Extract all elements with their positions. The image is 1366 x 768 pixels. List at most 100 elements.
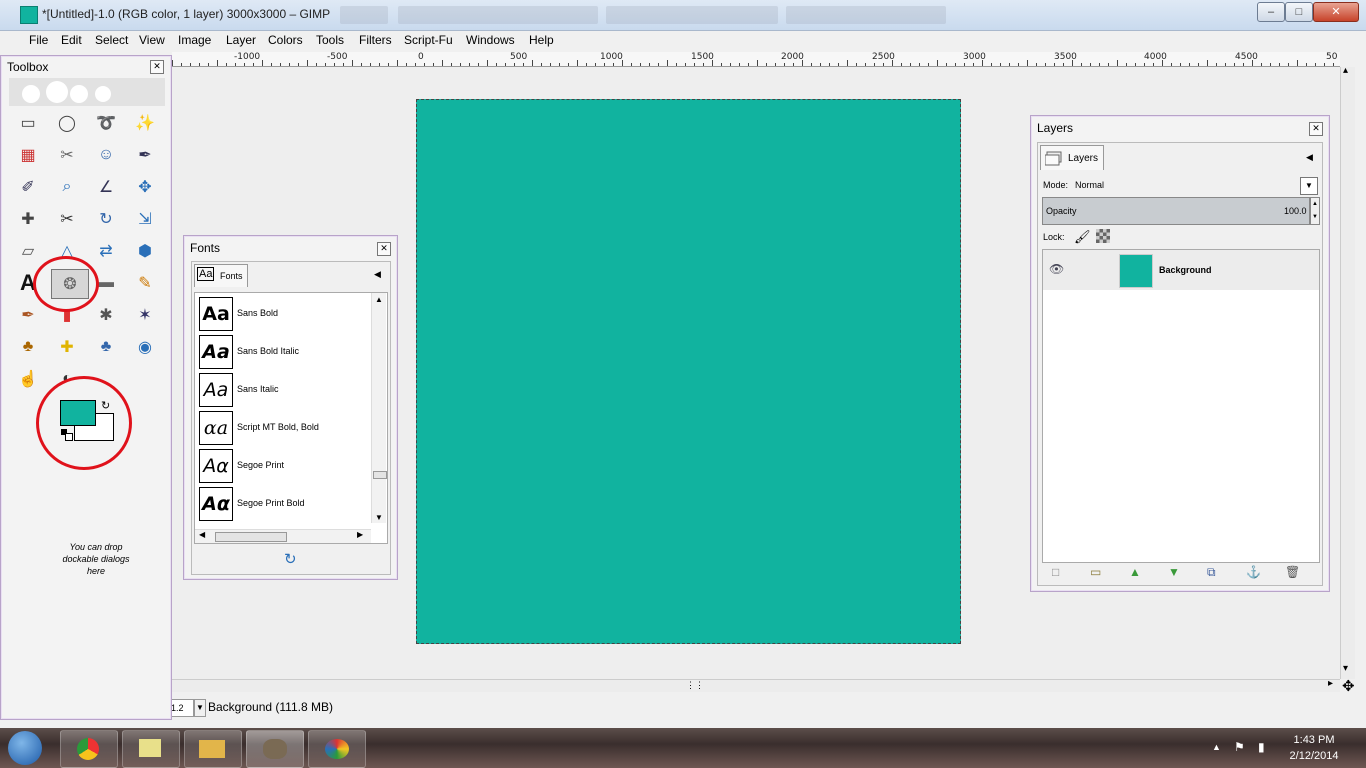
delete-layer-icon[interactable]: 🗑 <box>1285 565 1300 579</box>
refresh-fonts-icon[interactable]: ↻ <box>284 550 297 568</box>
menu-windows[interactable]: Windows <box>466 33 515 47</box>
image-canvas[interactable] <box>416 99 961 644</box>
panel-menu-icon[interactable]: ◀ <box>1306 152 1313 163</box>
raise-layer-icon[interactable]: ▲ <box>1129 565 1141 579</box>
scale-icon[interactable]: ⇲ <box>133 207 157 231</box>
scroll-right-icon[interactable]: ▸ <box>1328 678 1333 689</box>
list-item[interactable]: Aa Sans Italic <box>199 373 367 409</box>
airbrush-icon[interactable]: ✱ <box>94 303 118 327</box>
menu-select[interactable]: Select <box>95 33 128 47</box>
blur-icon[interactable]: ◉ <box>133 335 157 359</box>
rotate-icon[interactable]: ↻ <box>94 207 118 231</box>
shear-icon[interactable]: ▱ <box>16 239 40 263</box>
zoom-icon[interactable]: ⌕ <box>55 175 79 199</box>
scroll-right-icon[interactable]: ▶ <box>357 530 363 539</box>
flip-icon[interactable]: ⇄ <box>94 239 118 263</box>
lasso-icon[interactable]: ➰ <box>94 111 118 135</box>
close-button[interactable]: ✕ <box>1313 2 1359 22</box>
scroll-down-icon[interactable]: ▼ <box>375 513 383 522</box>
taskbar-explorer[interactable] <box>184 730 242 768</box>
list-item[interactable]: Aa Sans Bold <box>199 297 367 333</box>
scroll-up-icon[interactable]: ▲ <box>375 295 383 304</box>
clone-icon[interactable]: ♣ <box>16 335 40 359</box>
mode-dropdown-icon[interactable]: ▼ <box>1300 177 1318 195</box>
heal-icon[interactable]: ✚ <box>55 335 79 359</box>
start-orb-icon[interactable] <box>8 731 42 765</box>
minimize-button[interactable]: – <box>1257 2 1285 22</box>
pencil-icon[interactable]: ✎ <box>133 271 157 295</box>
menu-tools[interactable]: Tools <box>316 33 344 47</box>
action-center-icon[interactable]: ⚑ <box>1234 740 1245 754</box>
layers-close-icon[interactable]: ✕ <box>1309 122 1323 136</box>
list-item[interactable]: Aa Sans Bold Italic <box>199 335 367 371</box>
perspective-clone-icon[interactable]: ♣ <box>94 335 118 359</box>
ellipse-select-icon[interactable]: ◯ <box>55 111 79 135</box>
lock-alpha-icon[interactable] <box>1096 229 1110 243</box>
menu-edit[interactable]: Edit <box>61 33 82 47</box>
opacity-slider[interactable]: Opacity 100.0 <box>1042 197 1310 225</box>
taskbar-paint[interactable] <box>308 730 366 768</box>
align-icon[interactable]: ✚ <box>16 207 40 231</box>
crop-icon[interactable]: ✂ <box>55 207 79 231</box>
list-item[interactable]: Aα Segoe Print Bold <box>199 487 367 523</box>
paths-icon[interactable]: ✒ <box>133 143 157 167</box>
zoom-dropdown-icon[interactable]: ▼ <box>194 699 206 717</box>
color-picker-icon[interactable]: ✐ <box>16 175 40 199</box>
fonts-close-icon[interactable]: ✕ <box>377 242 391 256</box>
menu-filters[interactable]: Filters <box>359 33 392 47</box>
lock-pixels-icon[interactable]: 🖌 <box>1074 229 1091 245</box>
measure-icon[interactable]: ∠ <box>94 175 118 199</box>
scroll-thumb[interactable] <box>373 471 387 479</box>
fonts-list[interactable]: Aa Sans Bold Aa Sans Bold Italic Aa Sans… <box>194 292 388 544</box>
scissors-icon[interactable]: ✂ <box>55 143 79 167</box>
menu-layer[interactable]: Layer <box>226 33 256 47</box>
fonts-vscroll[interactable]: ▲ ▼ <box>371 293 387 523</box>
duplicate-layer-icon[interactable]: ⧉ <box>1207 565 1216 580</box>
zoom-field[interactable]: 1.2 % <box>170 699 194 717</box>
mode-value[interactable]: Normal <box>1075 180 1104 190</box>
vertical-scrollbar[interactable]: ▴ ▾ <box>1340 65 1355 679</box>
layer-row[interactable]: 👁 Background <box>1043 250 1319 290</box>
tab-fonts[interactable]: Aa Fonts <box>194 264 248 287</box>
taskbar-sticky-notes[interactable] <box>122 730 180 768</box>
menu-script-fu[interactable]: Script-Fu <box>404 33 453 47</box>
taskbar-gimp[interactable] <box>246 730 304 768</box>
foreground-select-icon[interactable]: ☺ <box>94 143 118 167</box>
scroll-left-icon[interactable]: ◀ <box>199 530 205 539</box>
paintbrush-icon[interactable]: ✒ <box>16 303 40 327</box>
panel-menu-icon[interactable]: ◀ <box>374 269 381 280</box>
signal-icon[interactable]: ▮ <box>1258 740 1265 754</box>
scroll-thumb[interactable] <box>215 532 287 542</box>
layers-list[interactable]: 👁 Background <box>1042 249 1320 563</box>
menu-help[interactable]: Help <box>529 33 554 47</box>
color-select-icon[interactable]: ▦ <box>16 143 40 167</box>
lower-layer-icon[interactable]: ▼ <box>1168 565 1180 579</box>
menu-image[interactable]: Image <box>178 33 211 47</box>
scroll-up-icon[interactable]: ▴ <box>1343 65 1348 76</box>
horizontal-scrollbar[interactable]: ⋮⋮ ▸ <box>172 678 1340 692</box>
fonts-hscroll[interactable]: ◀ ▶ <box>195 529 371 543</box>
maximize-button[interactable]: □ <box>1285 2 1313 22</box>
new-layer-group-icon[interactable]: ▭ <box>1090 565 1101 579</box>
menu-view[interactable]: View <box>139 33 165 47</box>
menu-colors[interactable]: Colors <box>268 33 303 47</box>
cage-icon[interactable]: ⬢ <box>133 239 157 263</box>
move-icon[interactable]: ✥ <box>133 175 157 199</box>
list-item[interactable]: ɑa Script MT Bold, Bold <box>199 411 367 447</box>
new-layer-icon[interactable]: □ <box>1052 565 1059 579</box>
smudge-icon[interactable]: ☝ <box>16 367 40 391</box>
clock-date[interactable]: 2/12/2014 <box>1284 750 1344 762</box>
taskbar-chrome[interactable] <box>60 730 118 768</box>
layer-name[interactable]: Background <box>1159 265 1212 275</box>
scroll-down-icon[interactable]: ▾ <box>1343 663 1348 674</box>
menu-file[interactable]: File <box>29 33 48 47</box>
list-item[interactable]: Aα Segoe Print <box>199 449 367 485</box>
tray-expand-icon[interactable]: ▲ <box>1212 742 1221 752</box>
anchor-layer-icon[interactable]: ⚓ <box>1246 565 1261 579</box>
clock-time[interactable]: 1:43 PM <box>1284 734 1344 746</box>
ink-icon[interactable]: ✶ <box>133 303 157 327</box>
eye-icon[interactable]: 👁 <box>1049 262 1064 276</box>
fuzzy-select-icon[interactable]: ✨ <box>133 111 157 135</box>
opacity-spinner[interactable]: ▲ ▼ <box>1310 197 1320 225</box>
rect-select-icon[interactable]: ▭ <box>16 111 40 135</box>
